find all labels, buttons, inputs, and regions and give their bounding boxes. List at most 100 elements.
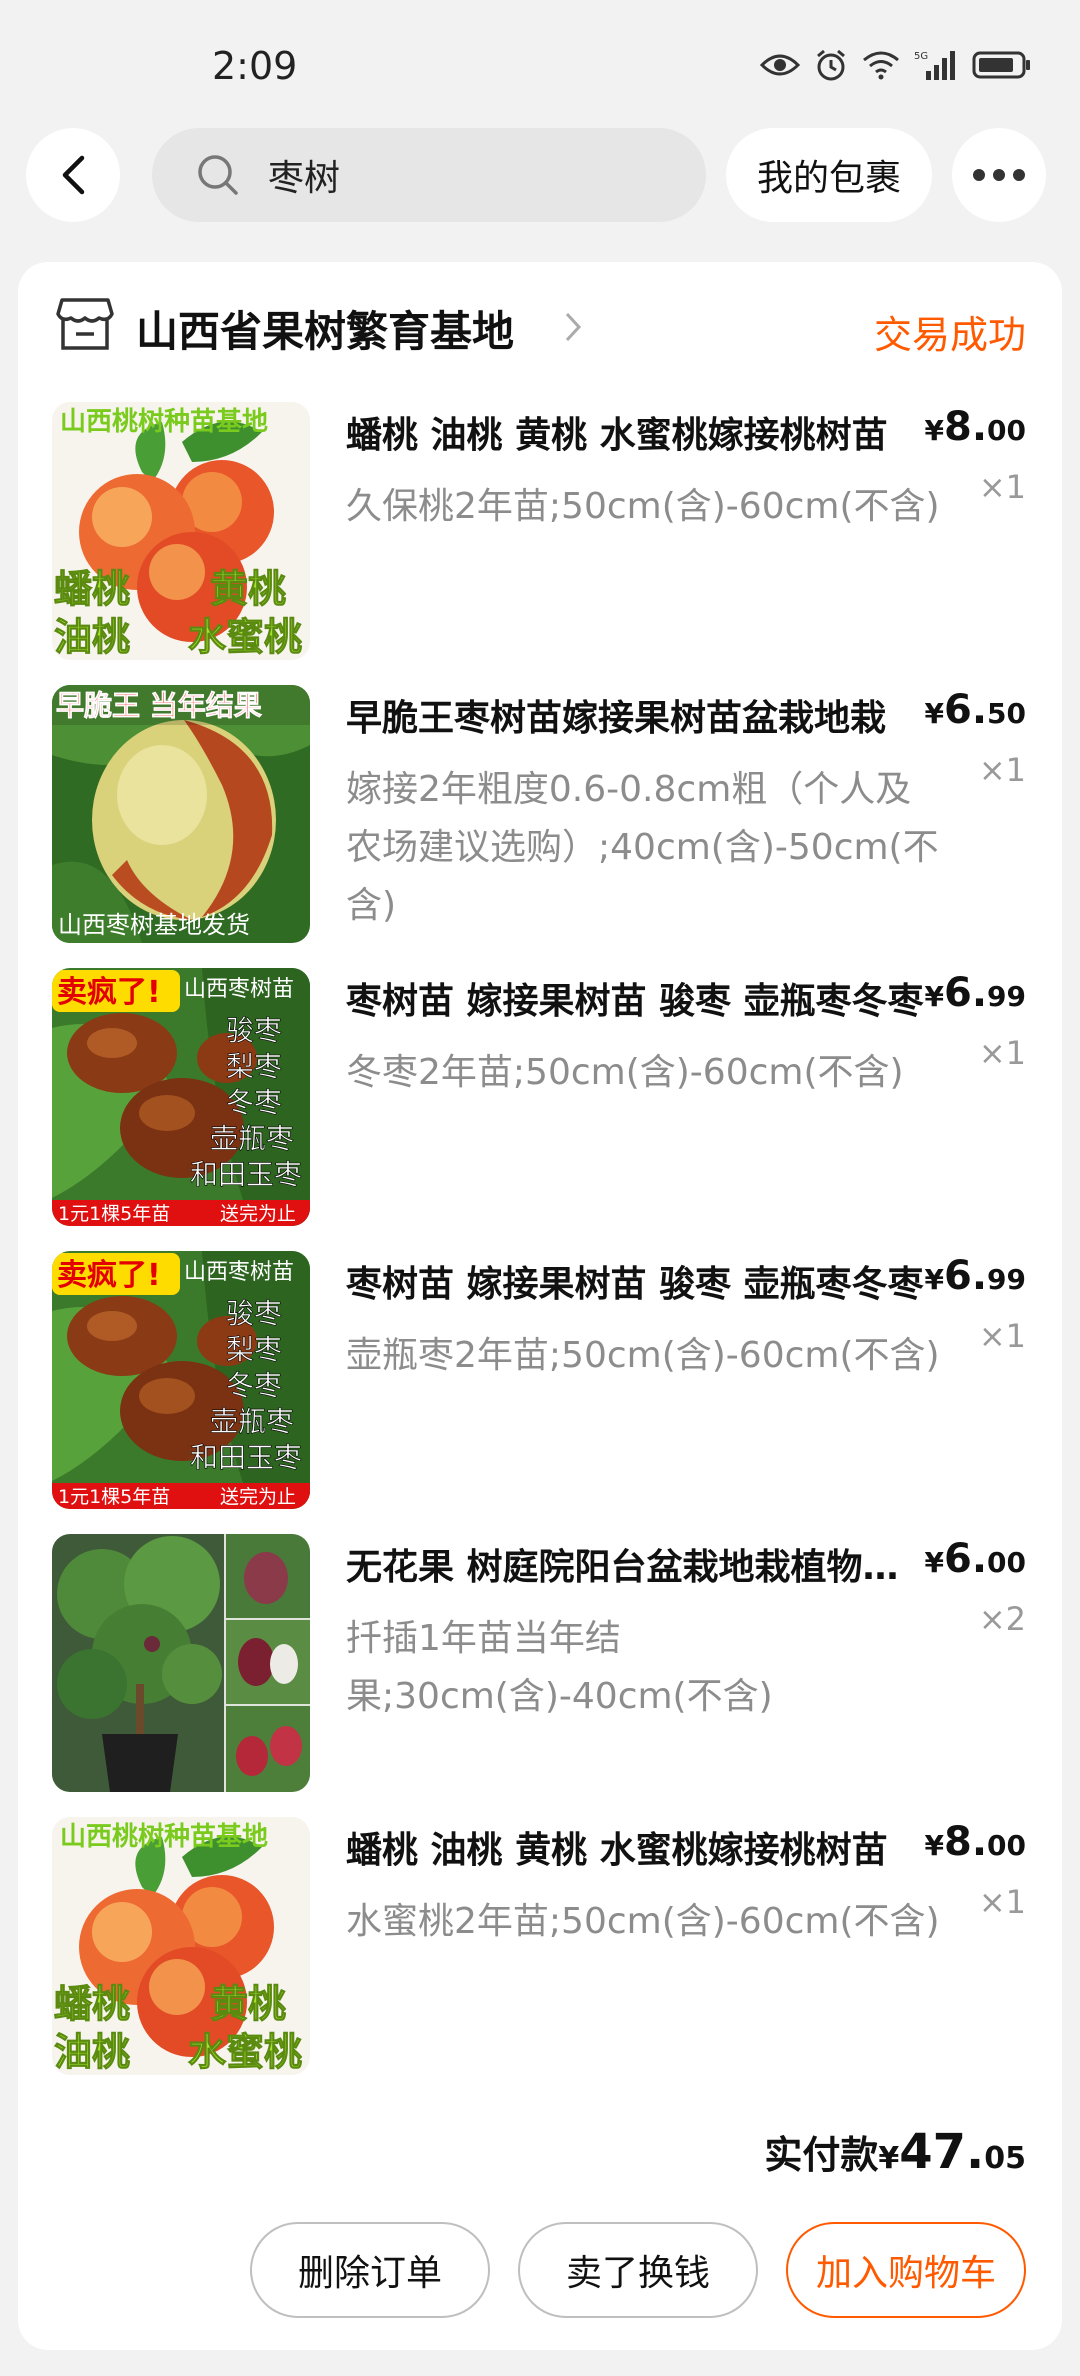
image-list-item: 和田玉枣 (190, 1158, 302, 1191)
more-dot (973, 169, 985, 181)
product-title[interactable]: 枣树苗 嫁接果树苗 骏枣 壶瓶枣冬枣 (346, 972, 926, 1024)
image-badge: 卖疯了! (57, 1258, 161, 1293)
image-caption: 山西桃树种苗基地 (60, 407, 268, 437)
product-image-peach[interactable]: 山西桃树种苗基地 蟠桃 黄桃 油桃 水蜜桃 (52, 402, 310, 660)
price-currency: ¥ (924, 1829, 944, 1862)
product-image-peach[interactable]: 山西桃树种苗基地 蟠桃 黄桃 油桃 水蜜桃 (52, 1817, 310, 2075)
shop-name[interactable]: 山西省果树繁育基地 (136, 298, 514, 359)
more-dot (1013, 169, 1025, 181)
status-time: 2:09 (212, 44, 298, 88)
product-qty: ×1 (978, 468, 1026, 506)
product-qty: ×1 (978, 1317, 1026, 1355)
total-int: 47. (899, 2124, 985, 2180)
more-button[interactable] (952, 128, 1046, 222)
shop-row[interactable]: 山西省果树繁育基地 交易成功 (18, 262, 1062, 392)
product-spec: 冬枣2年苗;50cm(含)-60cm(不含) (346, 1052, 904, 1093)
back-button[interactable] (26, 128, 120, 222)
total-currency: ¥ (878, 2141, 900, 2176)
price-int: 6. (944, 687, 988, 733)
product-title[interactable]: 无花果 树庭院阳台盆栽地栽植物果苗 (346, 1538, 926, 1590)
price-dec: 99 (987, 980, 1026, 1013)
image-list-item: 和田玉枣 (190, 1441, 302, 1474)
product-price: ¥6.99 (925, 970, 1026, 1016)
product-price: ¥6.50 (925, 687, 1026, 733)
image-list-item: 壶瓶枣 (210, 1405, 294, 1438)
product-spec: 嫁接2年粗度0.6-0.8cm粗（个人及农场建议选购）;40cm(含)-50cm… (346, 769, 939, 926)
product-spec: 壶瓶枣2年苗;50cm(含)-60cm(不含) (346, 1335, 940, 1376)
eye-icon (760, 51, 800, 79)
image-caption: 山西桃树种苗基地 (60, 1822, 268, 1852)
image-list-item: 壶瓶枣 (210, 1122, 294, 1155)
image-label: 黄桃 (210, 567, 286, 611)
top-bar: 枣树 我的包裹 (0, 128, 1080, 224)
order-item[interactable]: 山西桃树种苗基地 蟠桃 黄桃 油桃 水蜜桃 蟠桃 油桃 黄桃 水蜜桃嫁接桃树苗 … (18, 402, 1062, 664)
image-badge: 卖疯了! (57, 975, 161, 1010)
price-dec: 00 (987, 1829, 1026, 1862)
order-item[interactable]: 卖疯了! 山西枣树苗 骏枣 梨枣 冬枣 壶瓶枣 和田玉枣 1元1棵5年苗 送完为… (18, 1251, 1062, 1513)
price-currency: ¥ (924, 697, 944, 730)
product-price: ¥6.99 (925, 1253, 1026, 1299)
delete-order-button[interactable]: 删除订单 (250, 2222, 490, 2318)
image-list-item: 骏枣 (226, 1297, 282, 1330)
product-image-jujube-varieties[interactable]: 卖疯了! 山西枣树苗 骏枣 梨枣 冬枣 壶瓶枣 和田玉枣 1元1棵5年苗 送完为… (52, 968, 310, 1226)
image-caption: 早脆王 当年结果 (56, 689, 262, 722)
price-dec: 00 (987, 414, 1026, 447)
price-currency: ¥ (924, 980, 944, 1013)
image-list-item: 梨枣 (226, 1333, 282, 1366)
chevron-left-icon (62, 155, 85, 195)
image-label: 蟠桃 (54, 567, 130, 611)
product-title[interactable]: 枣树苗 嫁接果树苗 骏枣 壶瓶枣冬枣 (346, 1255, 926, 1307)
price-int: 6. (944, 1253, 988, 1299)
order-item[interactable]: 卖疯了! 山西枣树苗 骏枣 梨枣 冬枣 壶瓶枣 和田玉枣 1元1棵5年苗 送完为… (18, 968, 1062, 1230)
product-qty: ×1 (978, 751, 1026, 789)
add-to-cart-button[interactable]: 加入购物车 (786, 2222, 1026, 2318)
image-label: 水蜜桃 (188, 615, 302, 659)
search-input[interactable]: 枣树 (268, 149, 340, 201)
price-dec: 50 (987, 697, 1026, 730)
shop-icon (56, 296, 114, 356)
alarm-icon (814, 48, 848, 82)
price-dec: 00 (987, 1546, 1026, 1579)
image-label: 黄桃 (210, 1982, 286, 2026)
total-paid: 实付款 ¥ 47. 05 (764, 2124, 1026, 2180)
price-int: 8. (944, 404, 988, 450)
signal-icon: 5G (914, 49, 958, 81)
product-image-jujube[interactable]: 早脆王 当年结果 山西枣树基地发货 (52, 685, 310, 943)
image-label: 水蜜桃 (188, 2030, 302, 2074)
product-price: ¥8.00 (925, 1819, 1026, 1865)
product-qty: ×1 (978, 1034, 1026, 1072)
image-caption: 山西枣树苗 (184, 977, 294, 1002)
price-currency: ¥ (924, 1546, 944, 1579)
product-image-jujube-varieties[interactable]: 卖疯了! 山西枣树苗 骏枣 梨枣 冬枣 壶瓶枣 和田玉枣 1元1棵5年苗 送完为… (52, 1251, 310, 1509)
image-caption: 山西枣树苗 (184, 1260, 294, 1285)
status-icons: 5G (760, 48, 1032, 82)
product-price: ¥8.00 (925, 404, 1026, 450)
network-type: 5G (914, 51, 928, 62)
status-bar: 2:09 5G (0, 0, 1080, 130)
wifi-icon (862, 50, 900, 80)
order-item[interactable]: 山西桃树种苗基地 蟠桃 黄桃 油桃 水蜜桃 蟠桃 油桃 黄桃 水蜜桃嫁接桃树苗 … (18, 1817, 1062, 2079)
price-dec: 99 (987, 1263, 1026, 1296)
product-title[interactable]: 蟠桃 油桃 黄桃 水蜜桃嫁接桃树苗 (346, 406, 926, 458)
search-box[interactable]: 枣树 (152, 128, 706, 222)
resell-button[interactable]: 卖了换钱 (518, 2222, 758, 2318)
image-label: 蟠桃 (54, 1982, 130, 2026)
search-icon (198, 155, 238, 195)
image-caption: 1元1棵5年苗 (58, 1486, 170, 1508)
battery-icon (972, 50, 1032, 80)
chevron-right-icon (563, 310, 583, 348)
product-spec: 久保桃2年苗;50cm(含)-60cm(不含) (346, 486, 940, 527)
my-package-button[interactable]: 我的包裹 (726, 128, 932, 222)
product-spec: 水蜜桃2年苗;50cm(含)-60cm(不含) (346, 1901, 940, 1942)
product-title[interactable]: 早脆王枣树苗嫁接果树苗盆栽地栽 (346, 689, 926, 741)
image-list-item: 冬枣 (226, 1369, 282, 1402)
order-item[interactable]: 早脆王 当年结果 山西枣树基地发货 早脆王枣树苗嫁接果树苗盆栽地栽 嫁接2年粗度… (18, 685, 1062, 947)
product-qty: ×1 (978, 1883, 1026, 1921)
order-item[interactable]: 无花果 树庭院阳台盆栽地栽植物果苗 扦插1年苗当年结果;30cm(含)-40cm… (18, 1534, 1062, 1796)
image-label: 油桃 (54, 615, 130, 659)
price-int: 6. (944, 970, 988, 1016)
image-caption: 送完为止 (220, 1203, 296, 1225)
product-image-fig[interactable] (52, 1534, 310, 1792)
image-list-item: 梨枣 (226, 1050, 282, 1083)
product-title[interactable]: 蟠桃 油桃 黄桃 水蜜桃嫁接桃树苗 (346, 1821, 926, 1873)
